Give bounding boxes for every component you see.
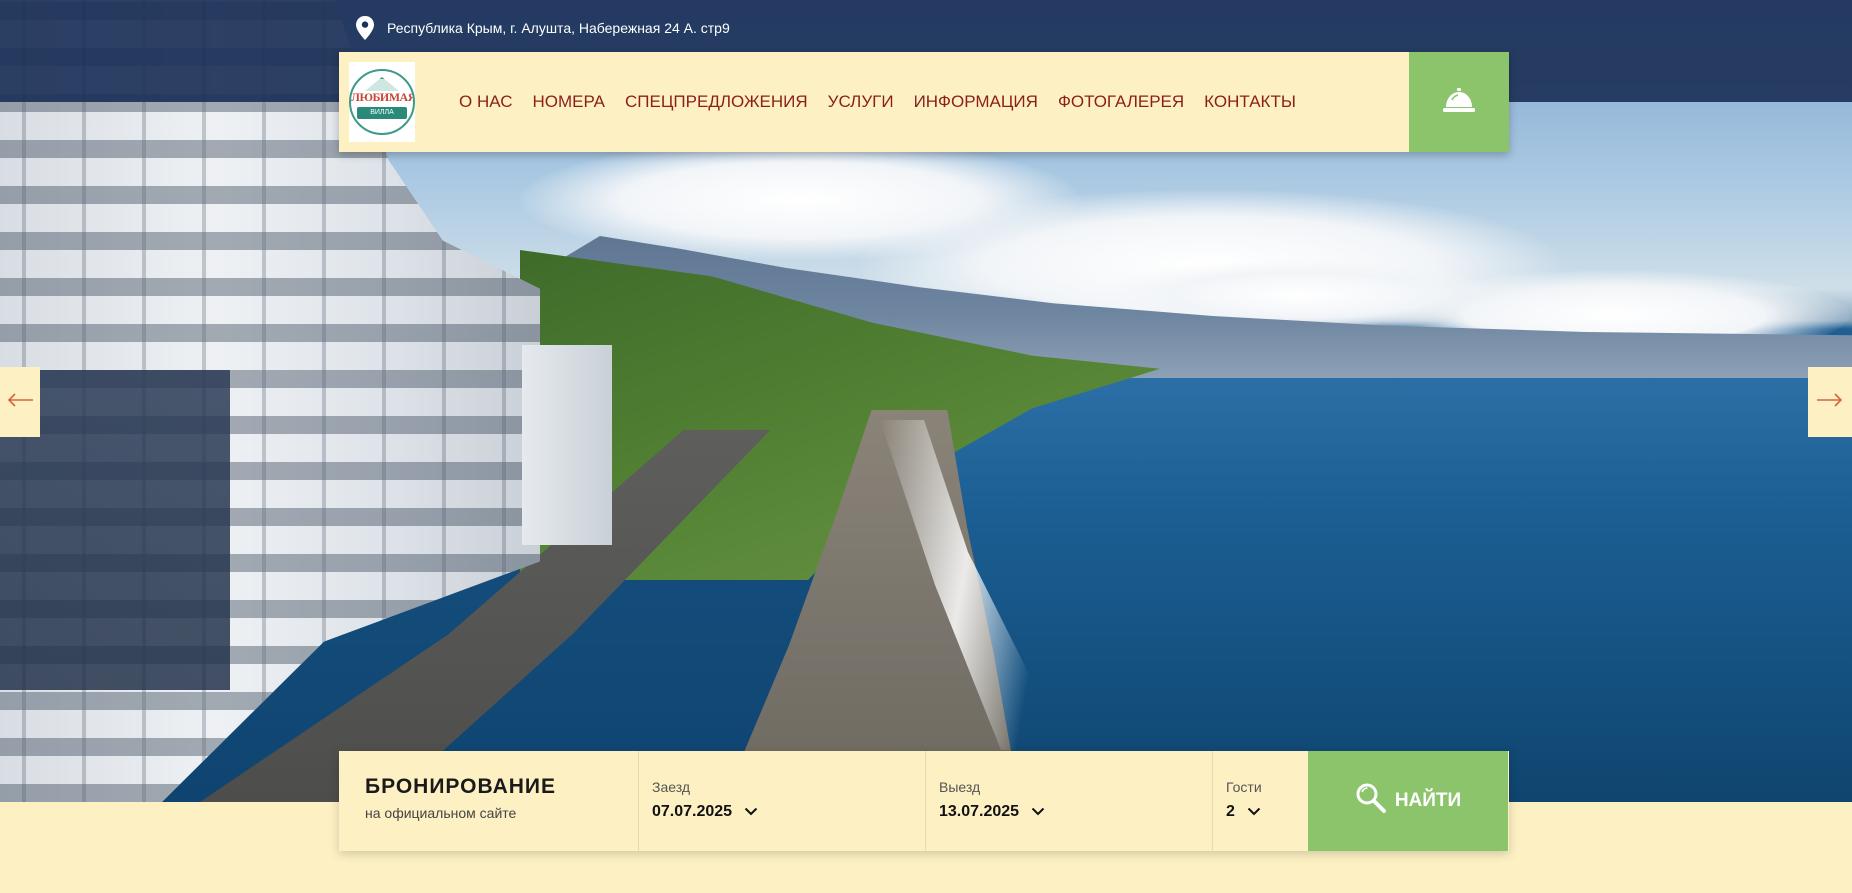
chevron-down-icon	[744, 803, 758, 821]
checkin-value: 07.07.2025	[652, 803, 733, 820]
booking-title-block: БРОНИРОВАНИЕ на официальном сайте	[339, 751, 639, 851]
guests-label: Гости	[1226, 779, 1262, 795]
booking-title: БРОНИРОВАНИЕ	[365, 775, 557, 798]
logo-title: ЛЮБИМАЯ	[351, 90, 415, 104]
nav-item-special-offers[interactable]: СПЕЦПРЕДЛОЖЕНИЯ	[615, 92, 818, 112]
map-pin-icon	[355, 16, 375, 40]
checkin-field[interactable]: Заезд 07.07.2025	[639, 751, 926, 851]
slider-prev-button[interactable]	[0, 367, 40, 437]
address[interactable]: Республика Крым, г. Алушта, Набережная 2…	[355, 14, 730, 42]
reception-bell-button[interactable]	[1409, 52, 1509, 152]
nav-item-contacts[interactable]: КОНТАКТЫ	[1194, 92, 1306, 112]
nav-item-rooms[interactable]: НОМЕРА	[522, 92, 615, 112]
search-button[interactable]: НАЙТИ	[1308, 751, 1508, 851]
arrow-right-icon	[1817, 392, 1843, 412]
nav-item-services[interactable]: УСЛУГИ	[818, 92, 904, 112]
checkout-label: Выезд	[939, 779, 981, 795]
reception-bell-icon	[1442, 86, 1476, 119]
nav-item-gallery[interactable]: ФОТОГАЛЕРЕЯ	[1048, 92, 1194, 112]
booking-subtitle: на официальном сайте	[365, 805, 517, 821]
slider-next-button[interactable]	[1808, 367, 1852, 437]
logo[interactable]: ЛЮБИМАЯ ВИЛЛА	[349, 62, 415, 142]
checkout-field[interactable]: Выезд 13.07.2025	[926, 751, 1213, 851]
guests-value: 2	[1226, 803, 1235, 820]
checkin-label: Заезд	[652, 779, 691, 795]
address-text: Республика Крым, г. Алушта, Набережная 2…	[387, 20, 730, 36]
nav-item-information[interactable]: ИНФОРМАЦИЯ	[904, 92, 1048, 112]
guests-field[interactable]: Гости 2	[1213, 751, 1308, 851]
menu: О НАС НОМЕРА СПЕЦПРЕДЛОЖЕНИЯ УСЛУГИ ИНФО…	[449, 52, 1306, 152]
arrow-left-icon	[7, 392, 33, 412]
checkout-value: 13.07.2025	[939, 803, 1020, 820]
nav-item-about[interactable]: О НАС	[449, 92, 522, 112]
search-label: НАЙТИ	[1394, 790, 1462, 811]
search-icon	[1355, 782, 1387, 820]
logo-subtitle: ВИЛЛА	[357, 107, 407, 119]
chevron-down-icon	[1031, 803, 1045, 821]
booking-bar: БРОНИРОВАНИЕ на официальном сайте Заезд …	[339, 751, 1509, 851]
chevron-down-icon	[1247, 803, 1261, 821]
logo-emblem: ЛЮБИМАЯ ВИЛЛА	[349, 69, 415, 135]
main-nav: ЛЮБИМАЯ ВИЛЛА О НАС НОМЕРА СПЕЦПРЕДЛОЖЕН…	[339, 52, 1509, 152]
